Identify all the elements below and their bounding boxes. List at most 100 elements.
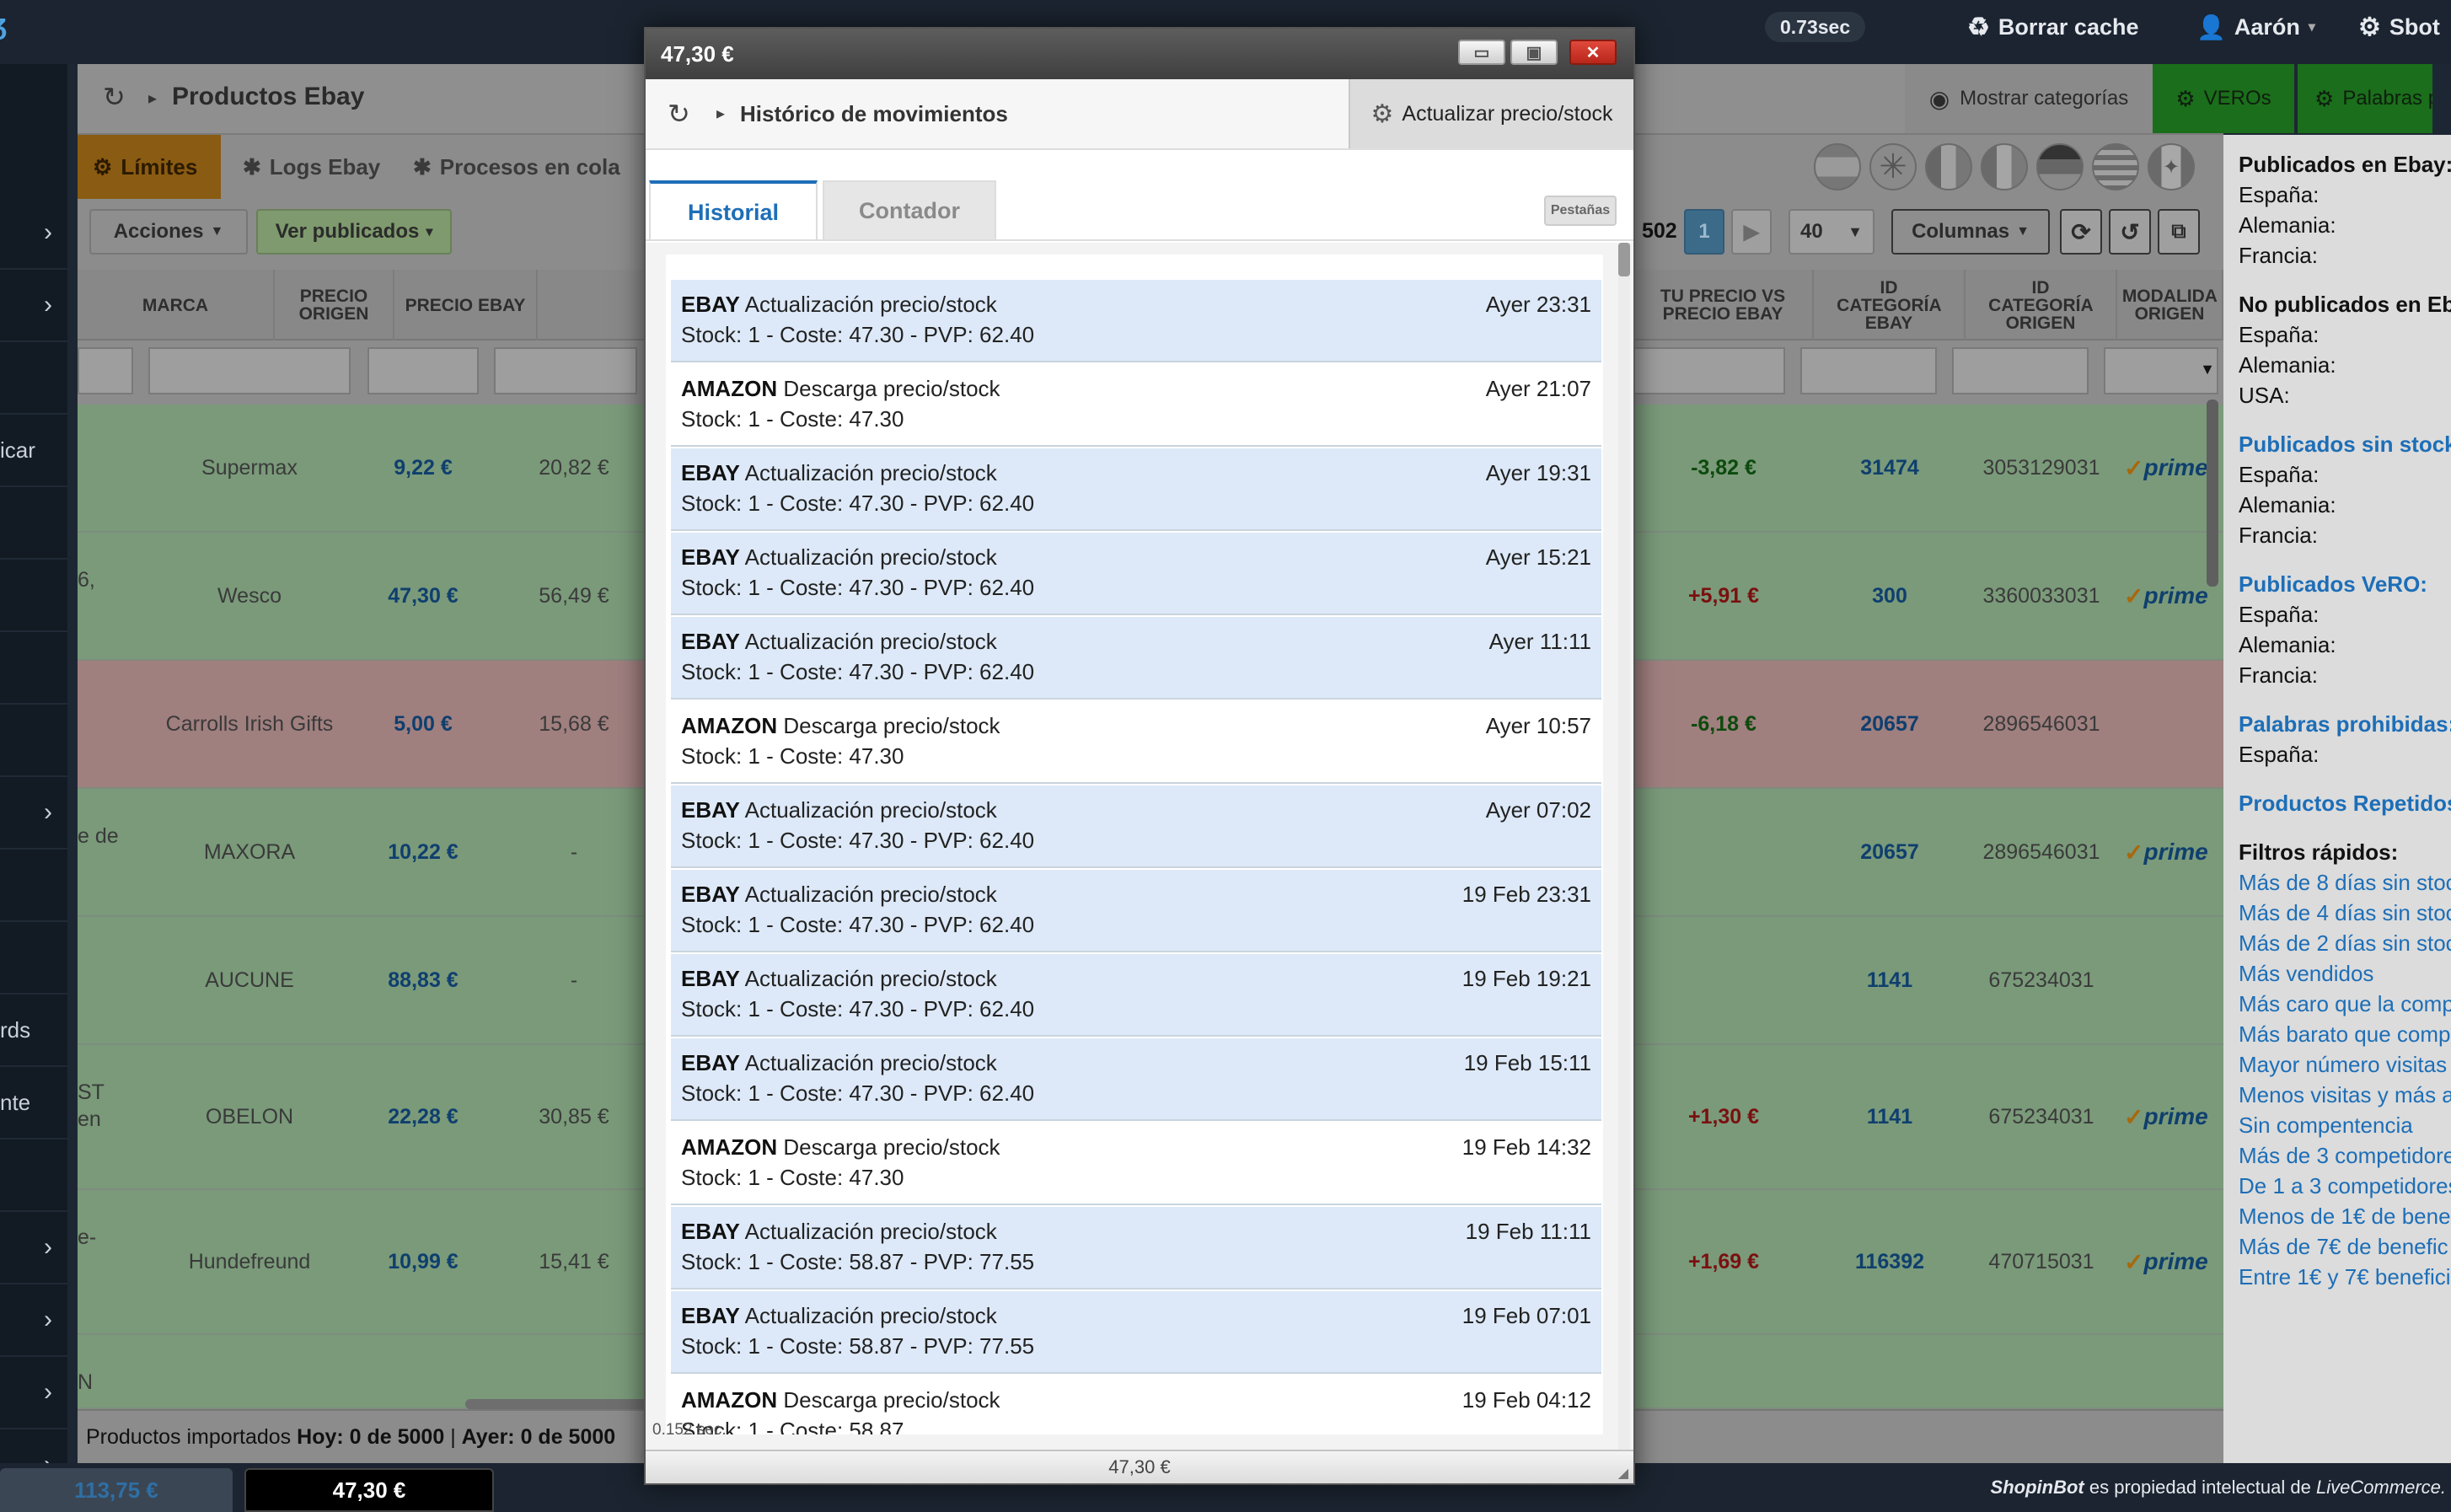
- horizontal-scrollbar[interactable]: [465, 1399, 647, 1409]
- refresh-icon[interactable]: ↻: [103, 81, 126, 113]
- quick-filter-link[interactable]: Más barato que comp: [2239, 1021, 2450, 1048]
- sync-button[interactable]: ⟳: [2060, 209, 2102, 255]
- update-price-stock-button[interactable]: ⚙ Actualizar precio/stock: [1349, 79, 1633, 148]
- tab-contador[interactable]: Contador: [823, 180, 996, 241]
- window-tab-1[interactable]: 113,75 €: [0, 1468, 233, 1512]
- quick-filter-link[interactable]: De 1 a 3 competidores: [2239, 1173, 2451, 1199]
- refresh-icon[interactable]: ↻: [668, 98, 690, 130]
- col-precio-origen[interactable]: PRECIO ORIGEN: [275, 270, 394, 340]
- columnas-dropdown[interactable]: Columnas ▼: [1891, 209, 2050, 255]
- quick-filter-link[interactable]: Menos visitas y más a: [2239, 1082, 2451, 1108]
- nav-item[interactable]: ›: [0, 1357, 67, 1429]
- palabras-button[interactable]: ⚙ Palabras p: [2298, 64, 2432, 133]
- filter-input-cat-ebay[interactable]: [1800, 347, 1937, 394]
- flag-canada-icon[interactable]: ✦: [2148, 143, 2195, 190]
- table-vertical-scrollbar[interactable]: [2207, 399, 2218, 587]
- flag-uk-icon[interactable]: ✳: [1869, 143, 1917, 190]
- modal-scrollbar-track[interactable]: [1618, 243, 1630, 1465]
- window-tab-2[interactable]: 47,30 €: [244, 1468, 494, 1512]
- quick-filter-link[interactable]: Sin compentencia: [2239, 1113, 2413, 1139]
- flag-germany-icon[interactable]: [2036, 143, 2084, 190]
- filter-input-marca[interactable]: [148, 347, 351, 394]
- filter-input-producto[interactable]: [78, 347, 133, 394]
- repetidos-link[interactable]: Productos Repetidos: [2239, 791, 2451, 817]
- settings-menu[interactable]: ⚙ Sbot: [2358, 0, 2440, 54]
- col-marca[interactable]: MARCA: [78, 270, 275, 340]
- nav-item[interactable]: ›: [0, 1284, 67, 1357]
- show-categories-button[interactable]: ◉ Mostrar categorías: [1905, 64, 2153, 133]
- nav-item[interactable]: rds: [0, 995, 67, 1067]
- modal-scrollbar-thumb[interactable]: [1618, 243, 1630, 276]
- nav-item[interactable]: nte: [0, 1067, 67, 1139]
- quick-filter-link[interactable]: Más de 2 días sin stoc: [2239, 930, 2451, 957]
- close-button[interactable]: ✕: [1569, 40, 1617, 65]
- vero-link[interactable]: Publicados VeRO:: [2239, 571, 2427, 598]
- maximize-button[interactable]: ▣: [1510, 40, 1558, 65]
- modal-header: ↻ ▸ Histórico de movimientos ⚙ Actualiza…: [646, 79, 1633, 150]
- resize-grip-icon[interactable]: ◢: [1618, 1465, 1628, 1482]
- col-id-cat-origen[interactable]: ID CATEGORÍA ORIGEN: [1966, 270, 2117, 340]
- quick-filter-link[interactable]: Más de 3 competidore: [2239, 1143, 2451, 1169]
- undo-button[interactable]: ↺: [2109, 209, 2151, 255]
- flag-spain-icon[interactable]: [1814, 143, 1861, 190]
- filter-input-cat-origen[interactable]: [1952, 347, 2089, 394]
- sin-stock-link[interactable]: Publicados sin stock: [2239, 432, 2451, 458]
- col-precio-ebay[interactable]: PRECIO EBAY: [394, 270, 538, 340]
- tab-procesos[interactable]: ✱ Procesos en cola: [398, 135, 636, 199]
- nav-item[interactable]: icar: [0, 415, 67, 487]
- filter-input-precio-ebay[interactable]: [494, 347, 637, 394]
- user-menu[interactable]: 👤 Aarón ▾: [2196, 0, 2315, 54]
- nav-item[interactable]: ›: [0, 1212, 67, 1284]
- nav-item[interactable]: [0, 487, 67, 560]
- flag-italy-icon[interactable]: [1925, 143, 1972, 190]
- next-page-button[interactable]: ▶: [1731, 209, 1772, 255]
- quick-filter-link[interactable]: Más vendidos: [2239, 961, 2373, 987]
- filter-input-precio-origen[interactable]: [367, 347, 479, 394]
- veros-button[interactable]: ⚙ VEROs: [2153, 64, 2294, 133]
- col-tu-precio[interactable]: TU PRECIO VS PRECIO EBAY: [1633, 270, 1814, 340]
- nav-item[interactable]: [0, 1139, 67, 1212]
- minimize-button[interactable]: ▭: [1458, 40, 1505, 65]
- nav-item[interactable]: [0, 922, 67, 995]
- flag-usa-icon[interactable]: [2092, 143, 2139, 190]
- nav-item[interactable]: ›: [0, 270, 67, 342]
- nav-item[interactable]: [0, 705, 67, 777]
- quick-filter-link[interactable]: Más de 4 días sin stoc: [2239, 900, 2451, 926]
- flag-france-icon[interactable]: [1981, 143, 2028, 190]
- quick-filter-link[interactable]: Más de 7€ de benefic: [2239, 1234, 2448, 1260]
- prime-label: prime: [2143, 454, 2208, 480]
- sin-stock-item: España:: [2239, 462, 2320, 487]
- page-current-button[interactable]: 1: [1684, 209, 1724, 255]
- logo-icon[interactable]: ʒ: [0, 8, 12, 42]
- nav-item[interactable]: [0, 850, 67, 922]
- quick-filter-link[interactable]: Menos de 1€ de bene: [2239, 1204, 2451, 1230]
- filter-input-tu-precio[interactable]: [1628, 347, 1785, 394]
- nav-item[interactable]: ›: [0, 197, 67, 270]
- quick-filter-link[interactable]: Más caro que la comp: [2239, 991, 2451, 1017]
- nav-item[interactable]: [0, 632, 67, 705]
- cell-cat-ebay: 31474: [1860, 455, 1919, 480]
- ver-publicados-dropdown[interactable]: Ver publicados ▾: [256, 209, 452, 255]
- nav-item[interactable]: [0, 342, 67, 415]
- pestanas-button[interactable]: Pestañas: [1544, 196, 1617, 226]
- tab-historial[interactable]: Historial: [649, 180, 818, 241]
- external-link-button[interactable]: ⧉: [2158, 209, 2200, 255]
- movement-entry: EBAY Actualización precio/stock Stock: 1 …: [671, 1207, 1601, 1289]
- nav-item[interactable]: [0, 560, 67, 632]
- tab-logs-ebay[interactable]: ✱ Logs Ebay: [228, 135, 395, 199]
- quick-filter-link[interactable]: Mayor número visitas: [2239, 1052, 2447, 1078]
- clear-cache-button[interactable]: ♻ Borrar cache: [1967, 0, 2139, 54]
- tab-limites[interactable]: ⚙ Límites: [78, 135, 221, 199]
- quick-filter-link[interactable]: Más de 8 días sin stoc: [2239, 870, 2451, 896]
- modal-title-bar[interactable]: 47,30 € ▭ ▣ ✕: [646, 29, 1633, 79]
- movement-time: Ayer 21:07: [1485, 376, 1591, 401]
- movement-detail: Stock: 1 - Coste: 47.30: [681, 1165, 904, 1190]
- col-id-cat-ebay[interactable]: ID CATEGORÍA EBAY: [1814, 270, 1966, 340]
- nav-item[interactable]: ›: [0, 777, 67, 850]
- filter-select-modalidad[interactable]: ▼: [2104, 347, 2218, 394]
- per-page-select[interactable]: 40 ▼: [1789, 209, 1874, 255]
- col-modalidad[interactable]: MODALIDA ORIGEN: [2117, 270, 2223, 340]
- quick-filter-link[interactable]: Entre 1€ y 7€ benefici: [2239, 1264, 2451, 1290]
- acciones-dropdown[interactable]: Acciones ▼: [89, 209, 248, 255]
- prohibidas-link[interactable]: Palabras prohibidas:: [2239, 711, 2451, 737]
